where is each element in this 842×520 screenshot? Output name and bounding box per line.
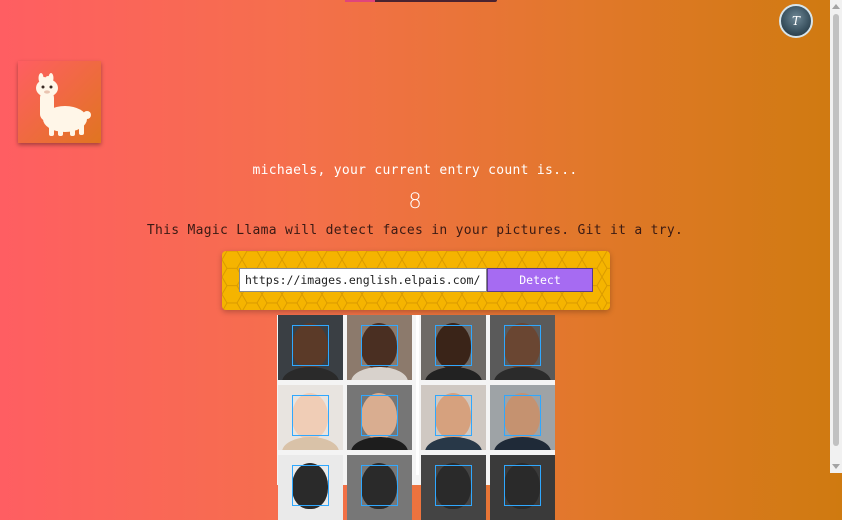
- page-scrollbar[interactable]: [830, 0, 842, 473]
- llama-logo[interactable]: [18, 61, 101, 143]
- face-tile: [278, 455, 343, 520]
- image-link-form: Detect: [222, 251, 610, 310]
- face-tile: [278, 385, 343, 450]
- scroll-up-arrow-icon[interactable]: [832, 4, 840, 9]
- detect-button[interactable]: Detect: [487, 268, 593, 292]
- entry-count-label: michaels, your current entry count is...: [252, 163, 578, 178]
- image-divider: [416, 315, 419, 475]
- face-tile: [421, 315, 486, 380]
- llama-icon: [36, 73, 91, 136]
- entry-count-value: 8: [408, 189, 422, 213]
- user-avatar[interactable]: T: [779, 4, 813, 38]
- face-tile: [490, 385, 555, 450]
- face-tile: [347, 315, 412, 380]
- scrollbar-thumb[interactable]: [833, 14, 839, 446]
- face-tile: [278, 315, 343, 380]
- face-tile: [421, 385, 486, 450]
- scroll-down-arrow-icon[interactable]: [832, 464, 840, 469]
- face-tile: [490, 455, 555, 520]
- face-tile: [347, 455, 412, 520]
- face-tile: [490, 315, 555, 380]
- face-detection-result-image: [277, 315, 555, 520]
- tagline-text: This Magic Llama will detect faces in yo…: [146, 223, 684, 238]
- face-tile: [421, 455, 486, 520]
- face-tile: [347, 385, 412, 450]
- avatar-letter: T: [791, 14, 800, 28]
- top-tab-indicator: [345, 0, 497, 2]
- image-url-input[interactable]: [239, 268, 487, 292]
